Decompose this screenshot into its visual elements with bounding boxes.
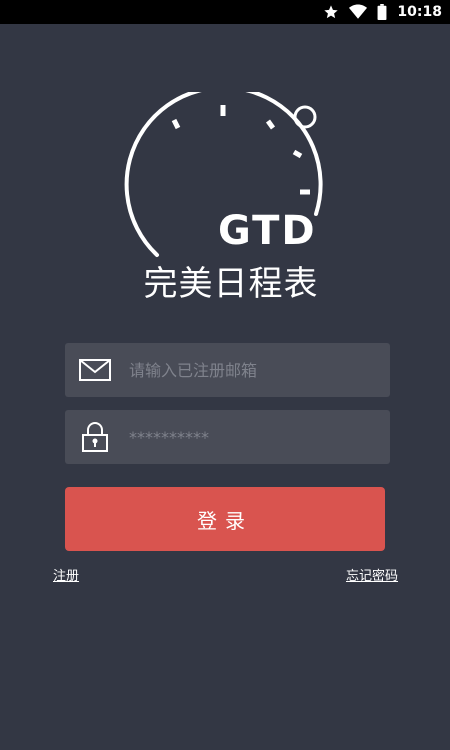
logo-badge-text: GTD <box>218 208 317 254</box>
password-input[interactable] <box>129 410 379 464</box>
status-bar: 10:18 <box>0 0 450 24</box>
register-link[interactable]: 注册 <box>53 565 79 584</box>
envelope-icon <box>79 359 111 381</box>
app-name: 完美日程表 <box>143 264 319 304</box>
email-field[interactable] <box>65 343 390 397</box>
email-input[interactable] <box>129 343 379 397</box>
login-button[interactable]: 登录 <box>65 487 385 551</box>
password-field[interactable] <box>65 410 390 464</box>
battery-icon <box>377 4 387 20</box>
lock-icon <box>82 422 108 452</box>
star-icon <box>324 5 339 19</box>
logo-tick <box>265 119 276 130</box>
logo-circle <box>293 105 317 129</box>
logo-tick <box>171 118 181 130</box>
status-icons: 10:18 <box>323 0 442 24</box>
status-time: 10:18 <box>397 4 442 20</box>
forgot-password-link[interactable]: 忘记密码 <box>346 565 398 584</box>
wifi-icon <box>349 4 368 19</box>
logo-tick <box>292 149 303 159</box>
